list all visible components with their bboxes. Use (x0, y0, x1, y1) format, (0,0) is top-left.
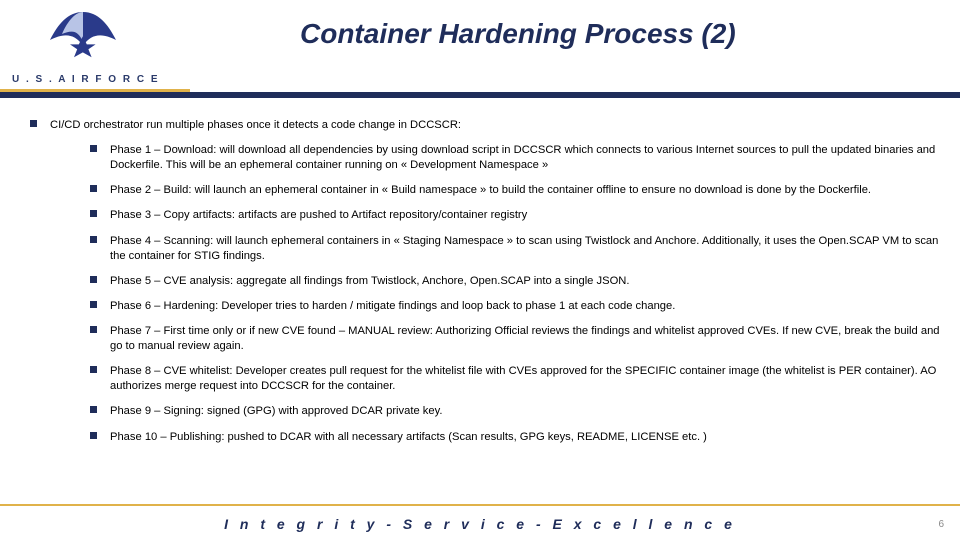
square-bullet-icon (86, 210, 100, 219)
phase-text: Phase 8 – CVE whitelist: Developer creat… (110, 364, 940, 394)
list-item: Phase 10 – Publishing: pushed to DCAR wi… (86, 430, 940, 445)
square-bullet-icon (86, 326, 100, 335)
square-bullet-icon (86, 145, 100, 154)
list-item: Phase 9 – Signing: signed (GPG) with app… (86, 404, 940, 419)
phase-text: Phase 9 – Signing: signed (GPG) with app… (110, 404, 442, 419)
lead-text: CI/CD orchestrator run multiple phases o… (50, 118, 461, 133)
list-item: Phase 6 – Hardening: Developer tries to … (86, 299, 940, 314)
list-item: Phase 4 – Scanning: will launch ephemera… (86, 234, 940, 264)
square-bullet-icon (86, 432, 100, 441)
square-bullet-icon (86, 276, 100, 285)
square-bullet-icon (86, 366, 100, 375)
page-title: Container Hardening Process (2) (300, 18, 940, 50)
list-item: Phase 1 – Download: will download all de… (86, 143, 940, 173)
phase-text: Phase 3 – Copy artifacts: artifacts are … (110, 208, 527, 223)
page-number: 6 (938, 519, 944, 530)
list-item: Phase 8 – CVE whitelist: Developer creat… (86, 364, 940, 394)
square-bullet-icon (86, 406, 100, 415)
footer-rule (0, 504, 960, 506)
list-item: Phase 7 – First time only or if new CVE … (86, 324, 940, 354)
air-force-logo-icon (38, 6, 128, 77)
accent-rule-navy (0, 92, 960, 98)
phase-text: Phase 1 – Download: will download all de… (110, 143, 940, 173)
phase-text: Phase 4 – Scanning: will launch ephemera… (110, 234, 940, 264)
lead-bullet: CI/CD orchestrator run multiple phases o… (26, 118, 940, 133)
list-item: Phase 3 – Copy artifacts: artifacts are … (86, 208, 940, 223)
header: U . S . A I R F O R C E Container Harden… (0, 0, 960, 88)
list-item: Phase 2 – Build: will launch an ephemera… (86, 183, 940, 198)
phase-text: Phase 5 – CVE analysis: aggregate all fi… (110, 274, 629, 289)
org-label: U . S . A I R F O R C E (12, 74, 160, 85)
phase-list: Phase 1 – Download: will download all de… (86, 143, 940, 445)
slide: U . S . A I R F O R C E Container Harden… (0, 0, 960, 540)
phase-text: Phase 10 – Publishing: pushed to DCAR wi… (110, 430, 707, 445)
square-bullet-icon (86, 301, 100, 310)
content-body: CI/CD orchestrator run multiple phases o… (26, 118, 940, 496)
square-bullet-icon (86, 185, 100, 194)
phase-text: Phase 6 – Hardening: Developer tries to … (110, 299, 675, 314)
phase-text: Phase 7 – First time only or if new CVE … (110, 324, 940, 354)
list-item: Phase 5 – CVE analysis: aggregate all fi… (86, 274, 940, 289)
square-bullet-icon (26, 120, 40, 129)
square-bullet-icon (86, 236, 100, 245)
footer-motto: I n t e g r i t y - S e r v i c e - E x … (0, 516, 960, 532)
phase-text: Phase 2 – Build: will launch an ephemera… (110, 183, 871, 198)
